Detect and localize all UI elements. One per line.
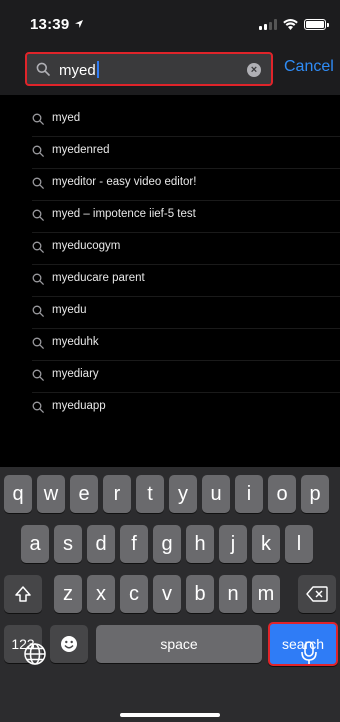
microphone-icon[interactable] <box>300 640 318 666</box>
search-icon <box>32 209 44 221</box>
suggestion-label: myeducare parent <box>52 272 145 284</box>
text-cursor <box>96 61 99 78</box>
search-header: 13:39 myed × Cancel <box>0 0 340 95</box>
key-t[interactable]: t <box>136 475 164 513</box>
battery-icon <box>304 19 329 30</box>
key-o[interactable]: o <box>268 475 296 513</box>
suggestion-item[interactable]: myediary <box>0 360 340 392</box>
home-indicator <box>120 713 220 717</box>
key-h[interactable]: h <box>186 525 214 563</box>
search-icon <box>36 62 50 76</box>
suggestion-label: myedu <box>52 304 87 316</box>
search-icon <box>32 369 44 381</box>
suggestion-item[interactable]: myed – impotence iief-5 test <box>0 200 340 232</box>
suggestion-item[interactable]: myedu <box>0 296 340 328</box>
suggestion-label: myeduapp <box>52 400 106 412</box>
key-m[interactable]: m <box>252 575 280 613</box>
search-query: myed <box>59 62 96 79</box>
key-p[interactable]: p <box>301 475 329 513</box>
key-c[interactable]: c <box>120 575 148 613</box>
emoji-key[interactable] <box>50 625 88 663</box>
key-f[interactable]: f <box>120 525 148 563</box>
search-icon <box>32 145 44 157</box>
suggestion-item[interactable]: myeducogym <box>0 232 340 264</box>
suggestion-label: myeditor - easy video editor! <box>52 176 197 188</box>
signal-icon <box>259 19 277 30</box>
suggestion-label: myed <box>52 112 81 124</box>
key-k[interactable]: k <box>252 525 280 563</box>
key-i[interactable]: i <box>235 475 263 513</box>
key-b[interactable]: b <box>186 575 214 613</box>
suggestion-label: myeduhk <box>52 336 99 348</box>
status-icons <box>259 19 329 30</box>
search-icon <box>32 241 44 253</box>
key-d[interactable]: d <box>87 525 115 563</box>
key-n[interactable]: n <box>219 575 247 613</box>
location-arrow-icon <box>75 20 83 28</box>
key-r[interactable]: r <box>103 475 131 513</box>
cancel-button[interactable]: Cancel <box>284 58 334 76</box>
status-bar: 13:39 <box>0 0 340 48</box>
suggestion-label: myeducogym <box>52 240 121 252</box>
search-icon <box>32 177 44 189</box>
key-v[interactable]: v <box>153 575 181 613</box>
keyboard: q w e r t y u i o p a s d f g h j k l z … <box>0 467 340 722</box>
search-icon <box>32 113 44 125</box>
suggestion-label: myed – impotence iief-5 test <box>52 208 196 220</box>
key-x[interactable]: x <box>87 575 115 613</box>
suggestion-item[interactable]: myeducare parent <box>0 264 340 296</box>
suggestion-item[interactable]: myedenred <box>0 136 340 168</box>
suggestion-item[interactable]: myeduapp <box>0 392 340 424</box>
search-icon <box>32 273 44 285</box>
status-time: 13:39 <box>30 16 70 33</box>
shift-key[interactable] <box>4 575 42 613</box>
space-key[interactable]: space <box>96 625 262 663</box>
suggestion-label: myediary <box>52 368 99 380</box>
key-z[interactable]: z <box>54 575 82 613</box>
search-icon <box>32 305 44 317</box>
delete-icon <box>306 586 328 602</box>
globe-icon[interactable] <box>23 642 47 666</box>
key-u[interactable]: u <box>202 475 230 513</box>
key-y[interactable]: y <box>169 475 197 513</box>
wifi-icon <box>283 19 298 30</box>
key-w[interactable]: w <box>37 475 65 513</box>
suggestion-item[interactable]: myeduhk <box>0 328 340 360</box>
suggestion-list: myed myedenred myeditor - easy video edi… <box>0 104 340 424</box>
key-s[interactable]: s <box>54 525 82 563</box>
key-a[interactable]: a <box>21 525 49 563</box>
delete-key[interactable] <box>298 575 336 613</box>
key-q[interactable]: q <box>4 475 32 513</box>
suggestion-item[interactable]: myed <box>0 104 340 136</box>
key-g[interactable]: g <box>153 525 181 563</box>
suggestion-item[interactable]: myeditor - easy video editor! <box>0 168 340 200</box>
emoji-icon <box>61 636 77 652</box>
search-icon <box>32 337 44 349</box>
search-icon <box>32 401 44 413</box>
search-input[interactable]: myed × <box>25 52 273 86</box>
shift-icon <box>15 586 31 602</box>
suggestion-label: myedenred <box>52 144 110 156</box>
key-l[interactable]: l <box>285 525 313 563</box>
key-j[interactable]: j <box>219 525 247 563</box>
key-e[interactable]: e <box>70 475 98 513</box>
clear-icon[interactable]: × <box>247 63 261 77</box>
